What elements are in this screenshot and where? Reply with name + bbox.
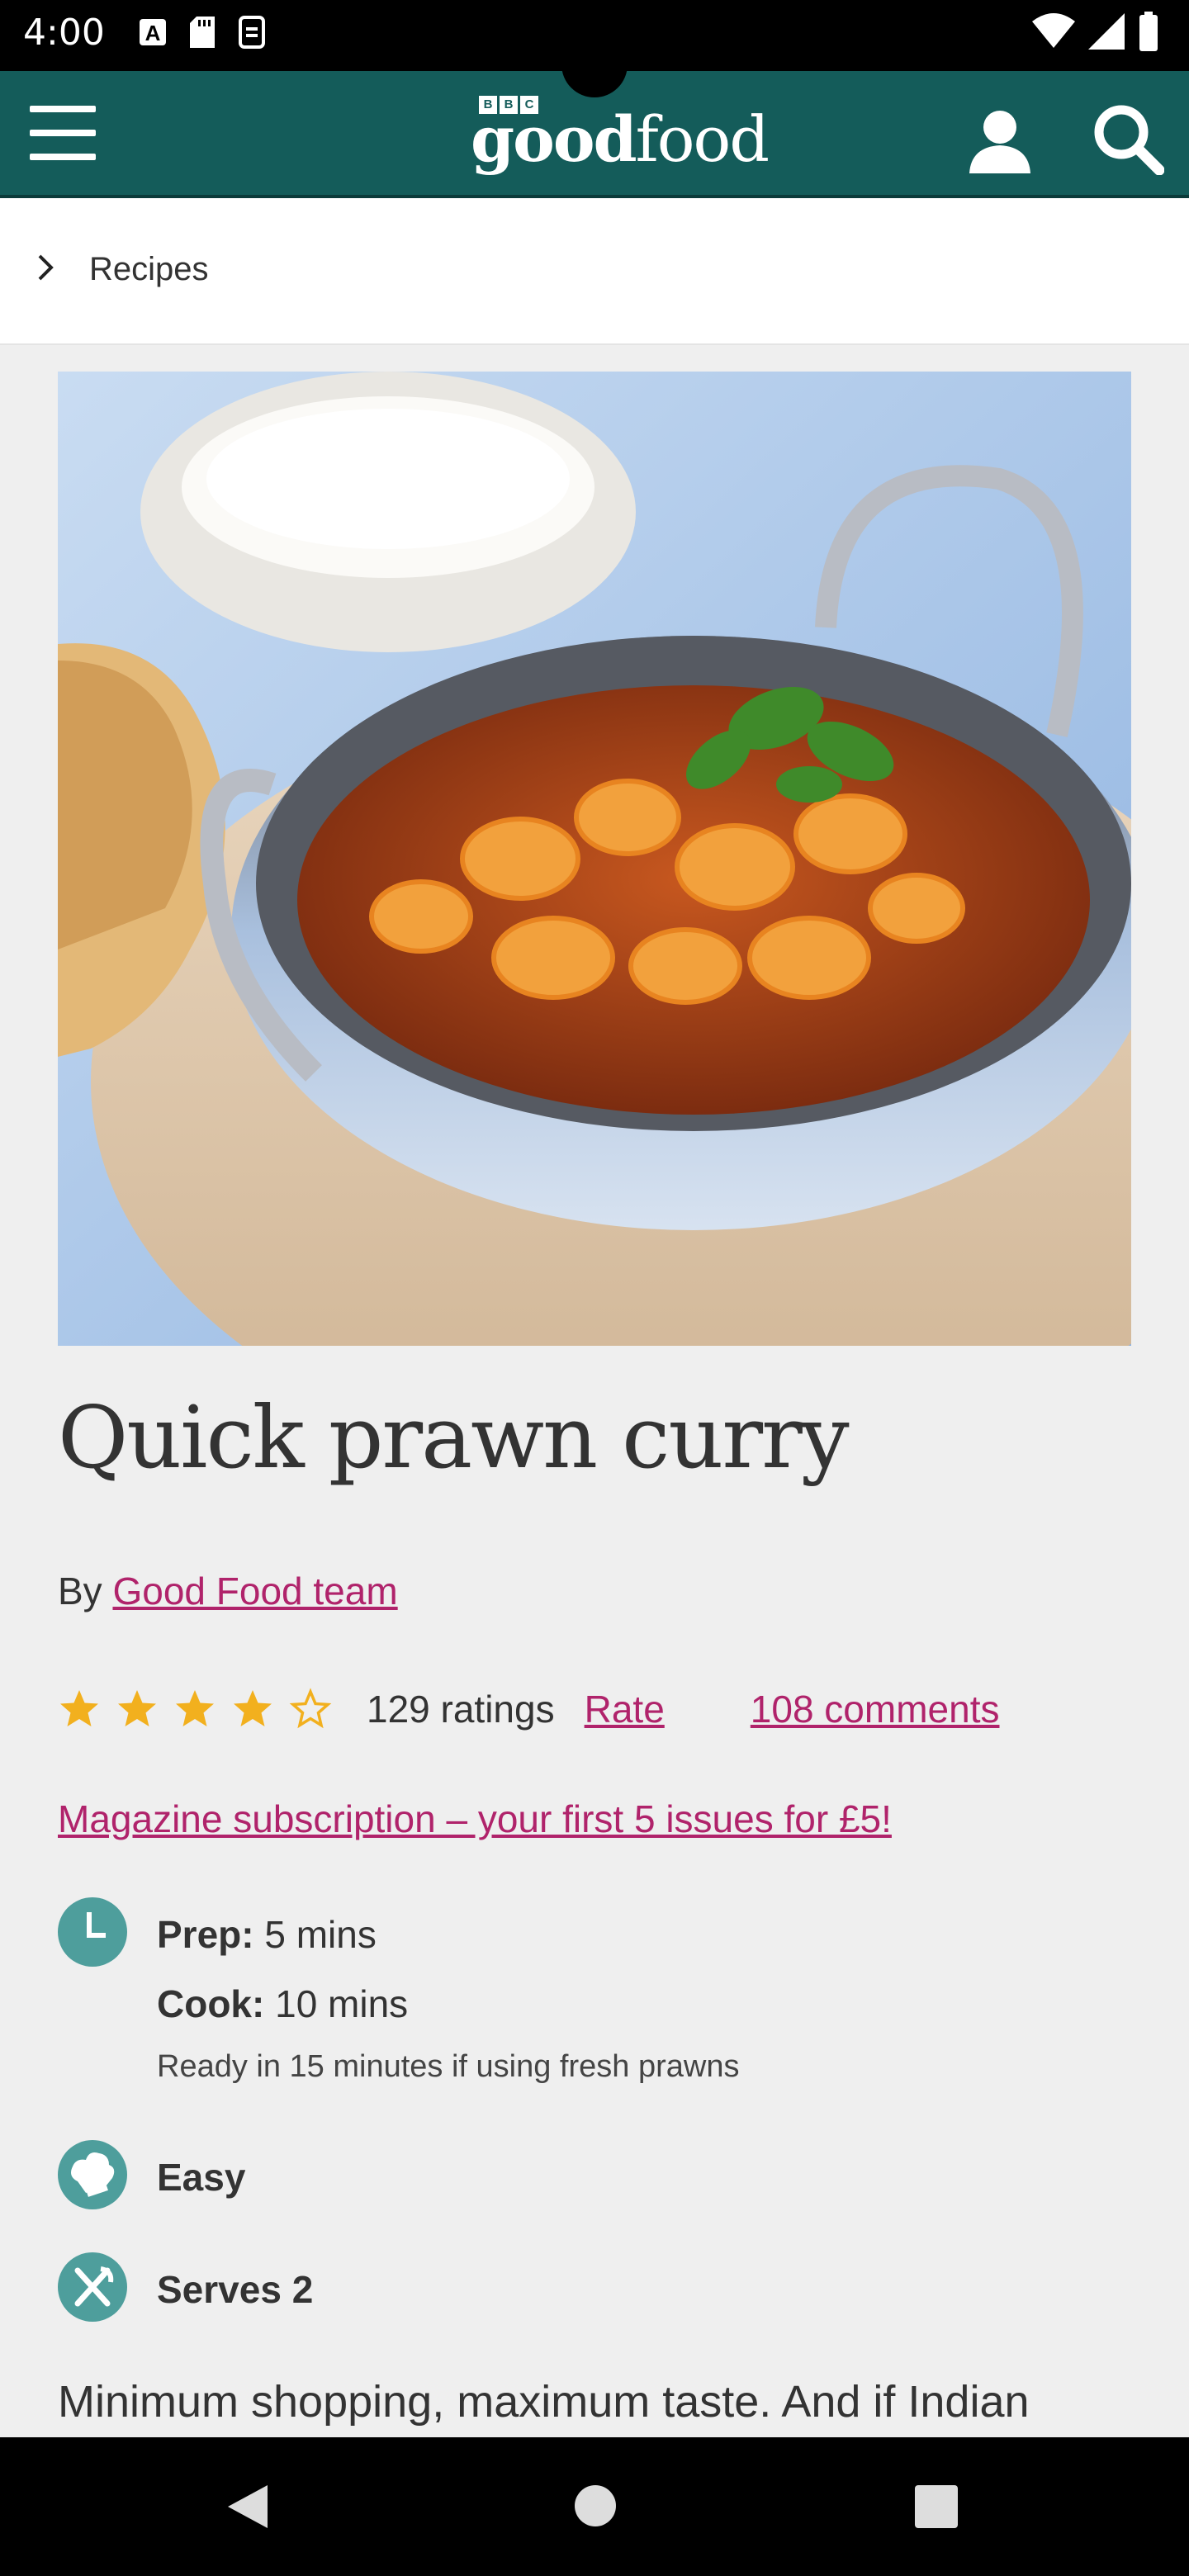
clock-icon [58, 1897, 127, 1967]
system-navigation-bar [0, 2437, 1189, 2576]
star-empty-icon [289, 1688, 332, 1729]
chevron-right-icon [33, 251, 58, 284]
cutlery-icon [58, 2252, 127, 2322]
star-rating[interactable] [58, 1688, 332, 1731]
difficulty: Easy [157, 2156, 246, 2199]
data-saver-icon [238, 15, 266, 50]
notification-a-icon: A [139, 15, 167, 50]
recipe-intro: Minimum shopping, maximum taste. And if … [58, 2377, 1030, 2427]
star-filled-icon [60, 1690, 98, 1726]
rating-row: 129 ratings Rate 108 comments [58, 1676, 1131, 1742]
author-link[interactable]: Good Food team [112, 1570, 397, 1612]
search-icon[interactable] [1090, 101, 1165, 176]
home-icon[interactable] [575, 2485, 616, 2526]
byline-prefix: By [58, 1570, 113, 1612]
time-note: Ready in 15 minutes if using fresh prawn… [157, 2049, 740, 2084]
recent-apps-icon[interactable] [915, 2485, 958, 2528]
battery-icon [1138, 12, 1159, 55]
magazine-subscription-link[interactable]: Magazine subscription – your first 5 iss… [58, 1797, 892, 1841]
logo-wordmark: goodfood [471, 102, 770, 176]
back-icon[interactable] [223, 2482, 272, 2531]
star-filled-icon [176, 1690, 214, 1726]
status-icons-left: A [139, 15, 266, 50]
recipe-title: Quick prawn curry [58, 1387, 850, 1488]
breadcrumb-recipes-link[interactable]: Recipes [89, 251, 209, 288]
cell-signal-icon [1088, 13, 1125, 54]
byline: By Good Food team [58, 1569, 398, 1613]
goodfood-logo[interactable]: BBC goodfood [471, 92, 770, 176]
svg-text:A: A [145, 21, 161, 45]
sd-card-icon [188, 15, 216, 50]
rate-link[interactable]: Rate [585, 1687, 665, 1731]
chef-hat-icon [58, 2140, 127, 2209]
wifi-icon [1032, 13, 1075, 54]
ratings-count: 129 ratings [367, 1688, 555, 1731]
star-filled-icon [118, 1690, 156, 1726]
breadcrumb: Recipes [0, 198, 1189, 345]
recipe-hero-image [58, 372, 1131, 1346]
servings: Serves 2 [157, 2268, 314, 2311]
status-icons-right [1032, 12, 1159, 55]
status-time: 4:00 [23, 12, 105, 54]
menu-icon[interactable] [30, 97, 96, 168]
user-icon[interactable] [963, 104, 1037, 178]
cook-time: Cook: 10 mins [157, 1982, 409, 2025]
comments-link[interactable]: 108 comments [751, 1687, 1000, 1731]
prep-time: Prep: 5 mins [157, 1913, 377, 1956]
star-filled-icon [234, 1690, 272, 1726]
